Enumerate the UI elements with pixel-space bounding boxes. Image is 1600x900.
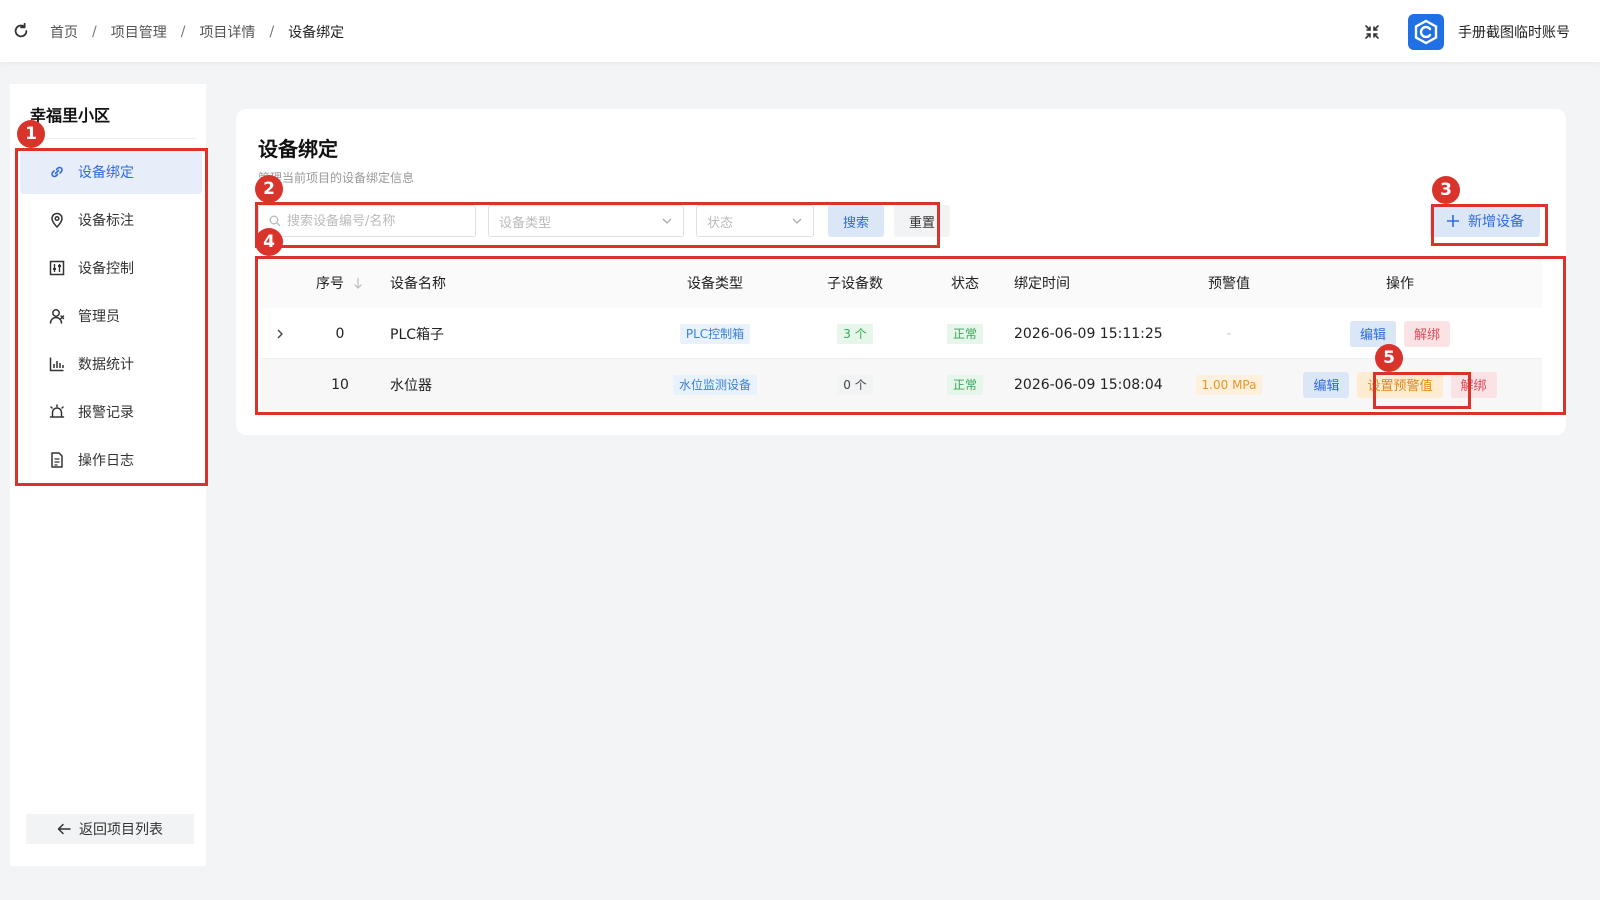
back-button-label: 返回项目列表: [79, 822, 163, 838]
breadcrumb-projects[interactable]: 项目管理: [111, 22, 167, 42]
annotation-badge-5: 5: [1375, 344, 1403, 372]
divider: [20, 138, 196, 139]
breadcrumb-current: 设备绑定: [288, 25, 345, 41]
top-bar: 首页 / 项目管理 / 项目详情 / 设备绑定 手册截图临时账号: [0, 0, 1600, 62]
annotation-badge-3: 3: [1432, 176, 1460, 204]
page-title: 设备绑定: [258, 137, 338, 161]
back-to-projects-button[interactable]: 返回项目列表: [26, 814, 194, 844]
fullscreen-icon[interactable]: [1364, 24, 1380, 40]
annotation-box-5: [1373, 372, 1471, 409]
annotation-badge-2: 2: [255, 175, 283, 203]
breadcrumb-separator: /: [269, 24, 275, 40]
arrow-left-icon: [57, 823, 71, 835]
annotation-badge-1: 1: [17, 120, 45, 148]
annotation-box-3: [1431, 204, 1548, 246]
breadcrumb-project-detail[interactable]: 项目详情: [199, 22, 255, 42]
breadcrumb: 首页 / 项目管理 / 项目详情 / 设备绑定: [50, 22, 344, 42]
account-name[interactable]: 手册截图临时账号: [1458, 22, 1570, 42]
annotation-box-2: [255, 202, 940, 248]
breadcrumb-separator: /: [180, 24, 186, 40]
logo-icon: [1414, 19, 1438, 45]
annotation-badge-4: 4: [255, 228, 283, 256]
breadcrumb-separator: /: [92, 24, 97, 40]
refresh-icon[interactable]: [12, 22, 30, 40]
annotation-box-1: [15, 148, 208, 486]
breadcrumb-home[interactable]: 首页: [50, 22, 78, 42]
annotation-box-4: [255, 256, 1566, 415]
project-name: 幸福里小区: [30, 106, 111, 125]
app-logo: [1408, 14, 1444, 50]
